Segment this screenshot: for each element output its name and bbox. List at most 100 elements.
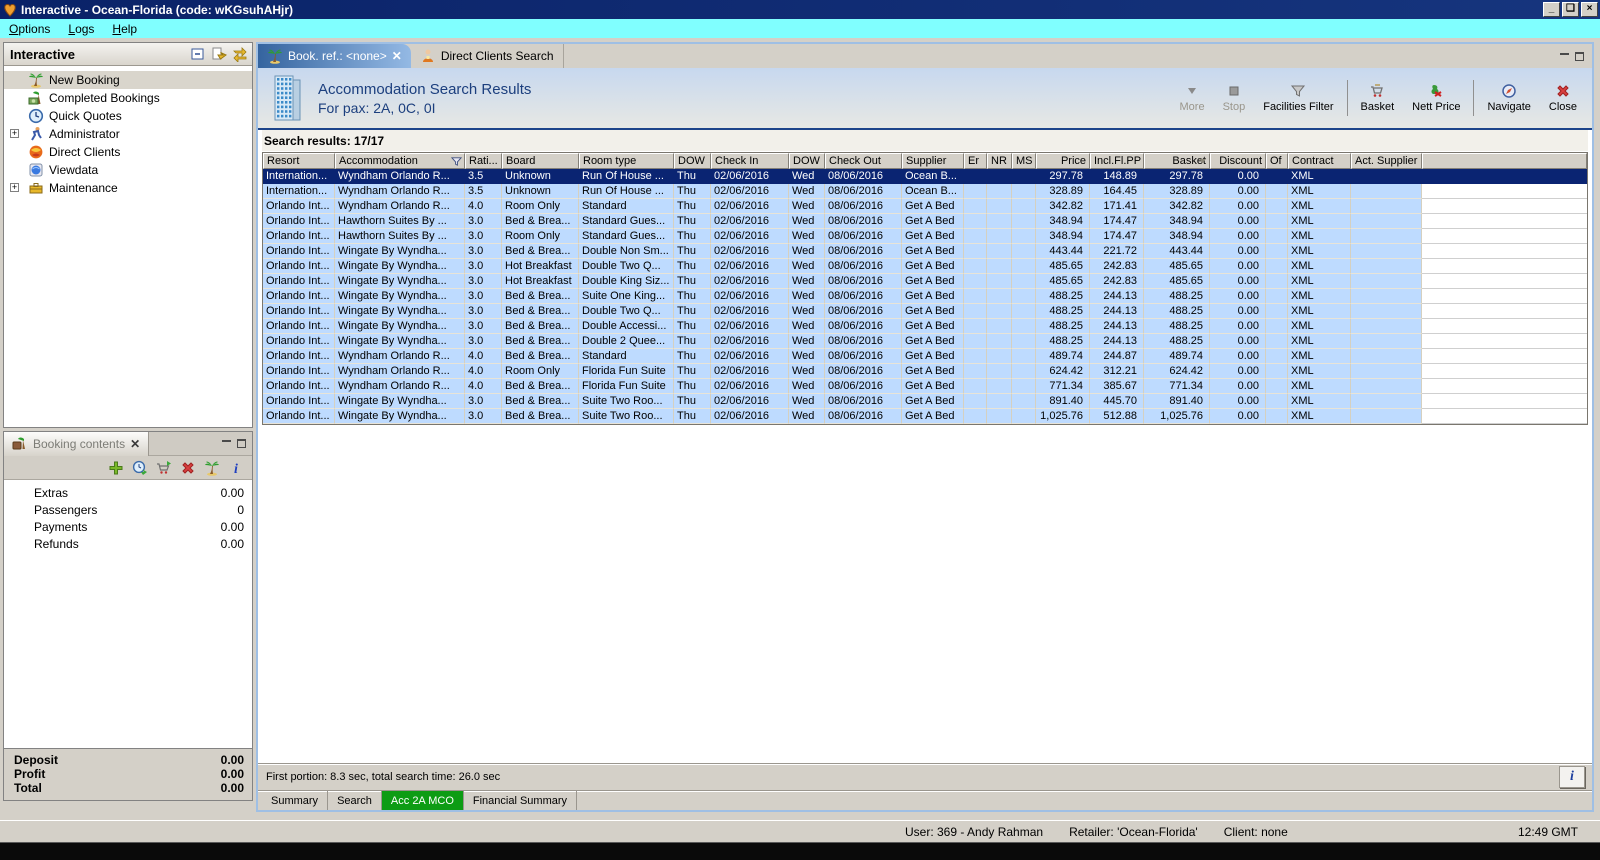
table-row[interactable]: Orlando Int... Wyndham Orlando R... 4.0 Roo…: [263, 364, 1587, 379]
table-row[interactable]: Orlando Int... Hawthorn Suites By ... 3.0 B…: [263, 214, 1587, 229]
add-icon[interactable]: [108, 460, 124, 476]
tab-book-ref-none-[interactable]: Book. ref.: <none> ✕: [258, 44, 411, 68]
menu-item-help[interactable]: Help: [103, 19, 146, 38]
bottom-tab-summary[interactable]: Summary: [262, 791, 329, 810]
info-button[interactable]: i: [1559, 766, 1585, 788]
column-header-rati-[interactable]: Rati...: [465, 153, 502, 169]
sidebar-item-maintenance[interactable]: + Maintenance: [4, 179, 252, 197]
close-button[interactable]: Close: [1540, 81, 1586, 115]
link-editor-icon[interactable]: [211, 46, 227, 62]
column-header-nr[interactable]: NR: [987, 153, 1012, 169]
table-row[interactable]: Orlando Int... Wingate By Wyndha... 3.0 Hot…: [263, 274, 1587, 289]
table-cell: [964, 379, 987, 394]
table-cell: 08/06/2016: [825, 379, 902, 394]
table-row[interactable]: Orlando Int... Wingate By Wyndha... 3.0 Bed…: [263, 289, 1587, 304]
column-header-board[interactable]: Board: [502, 153, 579, 169]
column-header-dow[interactable]: DOW: [789, 153, 825, 169]
collapse-box-icon[interactable]: [190, 46, 206, 62]
table-cell: Wyndham Orlando R...: [335, 169, 465, 184]
column-header-check-out[interactable]: Check Out: [825, 153, 902, 169]
column-header-check-in[interactable]: Check In: [711, 153, 789, 169]
table-cell: 02/06/2016: [711, 349, 789, 364]
table-row[interactable]: Internation... Wyndham Orlando R... 3.5 Unk…: [263, 169, 1587, 184]
funnel-icon: [1290, 83, 1306, 99]
column-header-ms[interactable]: MS: [1012, 153, 1036, 169]
table-cell: 348.94: [1036, 214, 1090, 229]
menu-item-logs[interactable]: Logs: [59, 19, 103, 38]
info-icon[interactable]: i: [228, 460, 244, 476]
tab-booking-contents[interactable]: Booking contents ✕: [4, 431, 150, 456]
delete-icon[interactable]: [180, 460, 196, 476]
table-row[interactable]: Orlando Int... Wingate By Wyndha... 3.0 Bed…: [263, 394, 1587, 409]
sidebar-item-viewdata[interactable]: Viewdata: [4, 161, 252, 179]
cart-go-icon[interactable]: [156, 460, 172, 476]
column-header-of[interactable]: Of: [1266, 153, 1288, 169]
table-cell: 164.45: [1090, 184, 1144, 199]
table-row[interactable]: Orlando Int... Wingate By Wyndha... 3.0 Bed…: [263, 304, 1587, 319]
bottom-tab-financial-summary[interactable]: Financial Summary: [464, 791, 578, 810]
nett-price-button[interactable]: Nett Price: [1403, 81, 1469, 115]
table-cell: [1351, 304, 1422, 319]
table-cell: Wyndham Orlando R...: [335, 379, 465, 394]
column-header-act-supplier[interactable]: Act. Supplier: [1351, 153, 1422, 169]
expand-icon[interactable]: +: [10, 183, 19, 192]
filter-funnel-icon[interactable]: [450, 156, 463, 168]
table-cell: [1266, 274, 1288, 289]
expand-icon[interactable]: +: [10, 129, 19, 138]
close-icon[interactable]: ✕: [392, 49, 402, 63]
column-header-discount[interactable]: Discount: [1210, 153, 1266, 169]
navigator-header: Interactive: [4, 43, 252, 66]
bottom-tab-acc-2a-mco[interactable]: Acc 2A MCO: [381, 791, 464, 810]
sync-arrows-icon[interactable]: [232, 46, 248, 62]
table-row[interactable]: Orlando Int... Wyndham Orlando R... 4.0 Bed…: [263, 349, 1587, 364]
sidebar-item-administrator[interactable]: + Administrator: [4, 125, 252, 143]
column-header-price[interactable]: Price: [1036, 153, 1090, 169]
bottom-tab-search[interactable]: Search: [328, 791, 382, 810]
column-header-dow[interactable]: DOW: [674, 153, 711, 169]
table-row[interactable]: Internation... Wyndham Orlando R... 3.5 Unk…: [263, 184, 1587, 199]
table-row[interactable]: Orlando Int... Wyndham Orlando R... 4.0 Bed…: [263, 379, 1587, 394]
table-row[interactable]: Orlando Int... Wyndham Orlando R... 4.0 Roo…: [263, 199, 1587, 214]
table-row[interactable]: Orlando Int... Wingate By Wyndha... 3.0 Bed…: [263, 409, 1587, 424]
toolbar-separator: [1346, 80, 1348, 116]
table-row[interactable]: Orlando Int... Wingate By Wyndha... 3.0 Bed…: [263, 319, 1587, 334]
minimize-icon[interactable]: [1560, 52, 1569, 55]
table-row[interactable]: Orlando Int... Wingate By Wyndha... 3.0 Bed…: [263, 244, 1587, 259]
table-row[interactable]: Orlando Int... Wingate By Wyndha... 3.0 Bed…: [263, 334, 1587, 349]
menu-item-options[interactable]: Options: [0, 19, 59, 38]
column-header-room-type[interactable]: Room type: [579, 153, 674, 169]
basket-button[interactable]: Basket: [1352, 81, 1404, 115]
maximize-icon[interactable]: [237, 439, 246, 448]
table-row[interactable]: Orlando Int... Wingate By Wyndha... 3.0 Hot…: [263, 259, 1587, 274]
table-cell: [1266, 319, 1288, 334]
basket-icon: [1369, 83, 1385, 99]
column-header-accommodation[interactable]: Accommodation: [335, 153, 465, 169]
column-header-incl-fl-pp[interactable]: Incl.Fl.PP: [1090, 153, 1144, 169]
restore-button[interactable]: ❏: [1562, 2, 1579, 17]
toolbar-button-label: Stop: [1222, 101, 1246, 113]
facilities-filter-button[interactable]: Facilities Filter: [1254, 81, 1342, 115]
palm-icon[interactable]: [204, 460, 220, 476]
column-header-supplier[interactable]: Supplier: [902, 153, 964, 169]
close-button[interactable]: ×: [1581, 2, 1598, 17]
table-cell: 342.82: [1036, 199, 1090, 214]
column-header-basket[interactable]: Basket: [1144, 153, 1210, 169]
navigate-button[interactable]: Navigate: [1478, 81, 1539, 115]
close-icon[interactable]: ✕: [130, 437, 140, 451]
table-cell: Orlando Int...: [263, 244, 335, 259]
sidebar-item-direct-clients[interactable]: Direct Clients: [4, 143, 252, 161]
tab-direct-clients-search[interactable]: Direct Clients Search: [411, 44, 564, 68]
minimize-icon[interactable]: [222, 439, 231, 442]
table-row[interactable]: Orlando Int... Hawthorn Suites By ... 3.0 R…: [263, 229, 1587, 244]
refresh-clock-icon[interactable]: [132, 460, 148, 476]
column-header-er[interactable]: Er: [964, 153, 987, 169]
sidebar-item-new-booking[interactable]: New Booking: [4, 71, 252, 89]
minimize-button[interactable]: _: [1543, 2, 1560, 17]
sidebar-item-completed-bookings[interactable]: Completed Bookings: [4, 89, 252, 107]
column-header-resort[interactable]: Resort: [263, 153, 335, 169]
table-cell: [1012, 169, 1036, 184]
table-cell: [964, 364, 987, 379]
column-header-contract[interactable]: Contract: [1288, 153, 1351, 169]
maximize-icon[interactable]: [1575, 51, 1584, 61]
sidebar-item-quick-quotes[interactable]: Quick Quotes: [4, 107, 252, 125]
